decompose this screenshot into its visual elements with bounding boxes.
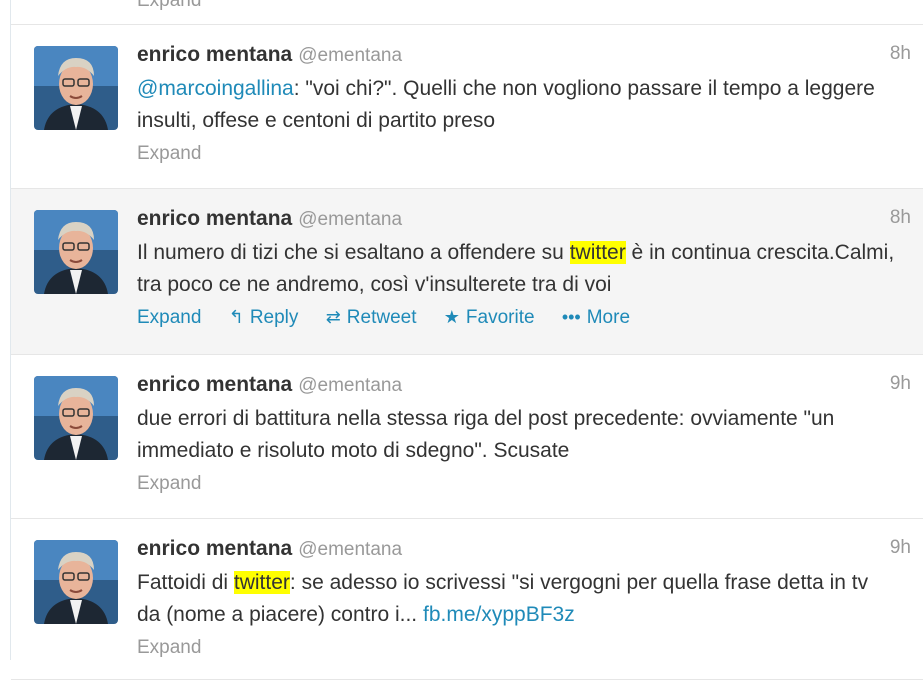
expand-link[interactable]: Expand <box>137 473 201 494</box>
tweet-actions: Expand <box>137 637 201 663</box>
tweet-text: Fattoidi di twitter: se adesso io scrive… <box>137 567 897 631</box>
tweet-actions: Expand <box>137 473 201 499</box>
highlighted-term: twitter <box>569 241 626 264</box>
star-icon: ★ <box>443 307 460 327</box>
tweet-header: enrico mentana @ementana <box>137 43 402 71</box>
expand-link[interactable]: Expand <box>137 143 201 164</box>
fullname[interactable]: enrico mentana <box>137 43 292 66</box>
timestamp[interactable]: 8h <box>890 43 911 65</box>
timestamp[interactable]: 9h <box>890 373 911 395</box>
fullname[interactable]: enrico mentana <box>137 373 292 396</box>
tweet-header: enrico mentana @ementana <box>137 207 402 235</box>
tweet-text-body: Il numero di tizi che si esaltano a offe… <box>137 241 570 264</box>
avatar[interactable] <box>34 46 118 130</box>
tweet[interactable]: enrico mentana @ementana 8h @marcoingalli… <box>11 25 923 189</box>
timeline: Expand enrico mentana @ementana 8h @marco… <box>10 0 923 680</box>
tweet[interactable]: enrico mentana @ementana 8h Il numero di … <box>11 189 923 355</box>
tweet-header: enrico mentana @ementana <box>137 537 402 565</box>
highlighted-term: twitter <box>233 571 290 594</box>
tweet-text: due errori di battitura nella stessa rig… <box>137 407 835 462</box>
fullname[interactable]: enrico mentana <box>137 207 292 230</box>
avatar[interactable] <box>34 376 118 460</box>
tweet-actions: Expand ↰ Reply ⇄ Retweet ★ Favorite ••• More <box>137 307 630 333</box>
username[interactable]: @ementana <box>298 45 402 66</box>
expand-link[interactable]: Expand <box>137 307 201 328</box>
username[interactable]: @ementana <box>298 375 402 396</box>
more-dots-icon: ••• <box>561 307 581 327</box>
previous-tweet-fragment: Expand <box>11 0 923 25</box>
fullname[interactable]: enrico mentana <box>137 537 292 560</box>
reply-button[interactable]: ↰ Reply <box>229 307 299 329</box>
timestamp[interactable]: 8h <box>890 207 911 229</box>
username[interactable]: @ementana <box>298 209 402 230</box>
tweet-header: enrico mentana @ementana <box>137 373 402 401</box>
tweet-text-body: Fattoidi di <box>137 571 234 594</box>
avatar[interactable] <box>34 210 118 294</box>
reply-label: Reply <box>249 307 299 328</box>
more-button[interactable]: ••• More <box>562 307 630 329</box>
shortened-link[interactable]: fb.me/xyppBF3z <box>423 603 575 626</box>
tweet-text: Il numero di tizi che si esaltano a offe… <box>137 237 897 301</box>
tweet[interactable]: enrico mentana @ementana 9h due errori di… <box>11 355 923 519</box>
avatar[interactable] <box>34 540 118 624</box>
mention-link[interactable]: @marcoingallina <box>137 77 294 100</box>
tweet[interactable]: enrico mentana @ementana 9h Fattoidi di t… <box>11 519 923 680</box>
expand-link[interactable]: Expand <box>137 637 201 658</box>
retweet-label: Retweet <box>346 307 417 328</box>
favorite-label: Favorite <box>465 307 535 328</box>
retweet-icon: ⇄ <box>325 307 341 327</box>
username[interactable]: @ementana <box>298 539 402 560</box>
tweet-actions: Expand <box>137 143 201 169</box>
tweet-text: @marcoingallina: "voi chi?". Quelli che … <box>137 73 897 137</box>
retweet-button[interactable]: ⇄ Retweet <box>326 307 417 329</box>
expand-link[interactable]: Expand <box>137 0 201 12</box>
more-label: More <box>586 307 631 328</box>
timestamp[interactable]: 9h <box>890 537 911 559</box>
favorite-button[interactable]: ★ Favorite <box>444 307 535 329</box>
reply-arrow-icon: ↰ <box>228 307 244 327</box>
